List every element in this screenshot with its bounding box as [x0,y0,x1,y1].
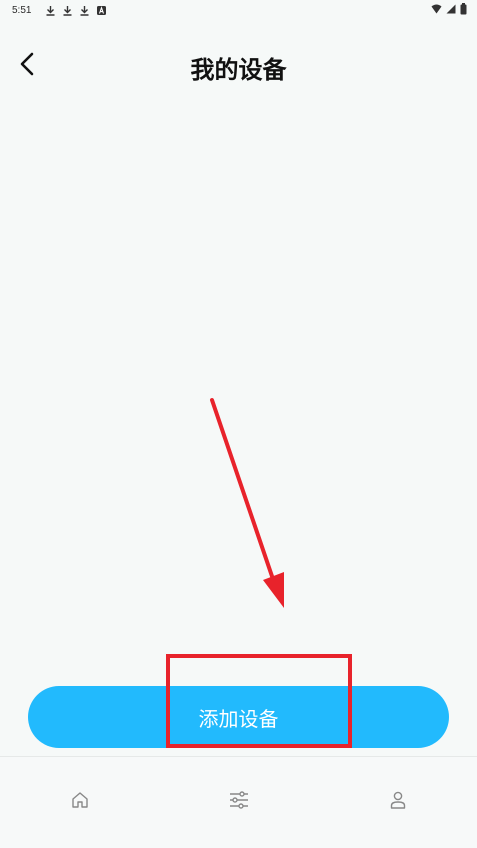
status-time: 5:51 [12,4,32,16]
bottom-nav [0,756,477,848]
nav-item-home[interactable] [50,780,110,820]
page-title: 我的设备 [190,56,287,84]
screen: 5:51 我的设备 添加设备 [0,0,477,848]
download-icon [45,5,56,16]
app-a-icon [96,5,107,16]
add-device-label: 添加设备 [198,706,279,731]
status-left: 5:51 [12,5,107,16]
sliders-icon [229,790,248,809]
user-icon [390,791,405,809]
nav-item-profile[interactable] [368,780,428,820]
battery-icon [460,2,467,18]
status-bar: 5:51 [0,0,477,20]
header: 我的设备 [0,40,477,92]
download-icon [79,5,90,16]
home-icon [71,791,88,808]
download-icon [62,5,73,16]
nav-item-settings[interactable] [209,780,269,820]
signal-icon [446,4,456,17]
add-device-button[interactable]: 添加设备 [28,686,449,748]
status-right [431,2,467,18]
wifi-icon [431,4,442,17]
